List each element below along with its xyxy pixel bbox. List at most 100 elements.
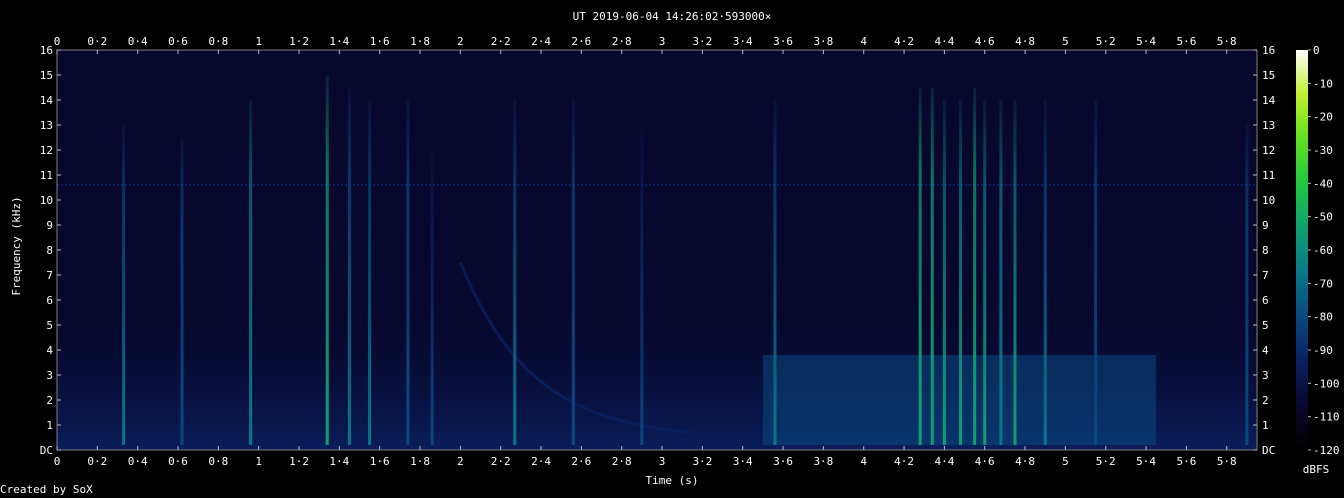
y-tick-label: 9 — [46, 219, 53, 232]
spectrogram-event — [430, 150, 434, 445]
y-tick-label: 1 — [1262, 419, 1269, 432]
x-tick-label: 1·2 — [289, 35, 309, 48]
colorbar-tick-label: -60 — [1313, 244, 1333, 257]
x-tick-label: 3·2 — [692, 35, 712, 48]
x-tick-label: 0·4 — [128, 35, 148, 48]
x-tick-label: 3·2 — [692, 455, 712, 468]
y-tick-label: 15 — [40, 69, 53, 82]
spectrogram-event — [180, 137, 184, 445]
x-tick-label: 4·8 — [1015, 455, 1035, 468]
y-tick-label: 3 — [46, 369, 53, 382]
y-tick-label: 12 — [1262, 144, 1275, 157]
x-tick-label: 4·4 — [934, 35, 954, 48]
y-tick-label: 8 — [46, 244, 53, 257]
spectrogram-event — [942, 100, 946, 445]
x-tick-label: 0·6 — [168, 455, 188, 468]
spectrogram-event — [1094, 100, 1098, 445]
x-tick-label: 1 — [255, 35, 262, 48]
x-tick-label: 2 — [457, 35, 464, 48]
spectrogram-event — [1013, 100, 1017, 445]
x-tick-label: 0 — [54, 35, 61, 48]
x-tick-label: 4·2 — [894, 35, 914, 48]
x-tick-label: 3·8 — [813, 455, 833, 468]
colorbar-tick-label: -110 — [1313, 411, 1340, 424]
y-tick-label: 14 — [1262, 94, 1276, 107]
x-tick-label: 1·4 — [329, 35, 349, 48]
spectrogram-event — [999, 100, 1003, 445]
credit-text: Created by SoX — [0, 483, 93, 496]
x-tick-label: 3·6 — [773, 455, 793, 468]
colorbar-tick-label: -80 — [1313, 311, 1333, 324]
spectrogram-event — [513, 100, 517, 445]
x-tick-label: 2·6 — [571, 455, 591, 468]
colorbar-tick-label: -70 — [1313, 277, 1333, 290]
x-tick-label: 2·8 — [612, 455, 632, 468]
x-tick-label: 0·8 — [208, 35, 228, 48]
x-tick-label: 5·4 — [1136, 35, 1156, 48]
x-tick-label: 1 — [255, 455, 262, 468]
x-tick-label: 4·4 — [934, 455, 954, 468]
x-tick-label: 5 — [1062, 35, 1069, 48]
spectrogram-event — [973, 87, 977, 445]
spectrogram-event — [122, 125, 126, 445]
y-tick-label: 2 — [46, 394, 53, 407]
colorbar-tick-label: -10 — [1313, 77, 1333, 90]
x-tick-label: 2 — [457, 455, 464, 468]
x-tick-label: 5·8 — [1217, 35, 1237, 48]
colorbar-tick-label: 0 — [1313, 44, 1320, 57]
x-tick-label: 4 — [860, 455, 867, 468]
x-tick-label: 5·6 — [1176, 455, 1196, 468]
x-tick-label: 4 — [860, 35, 867, 48]
colorbar-tick-label: -40 — [1313, 177, 1333, 190]
x-tick-label: 5·4 — [1136, 455, 1156, 468]
y-tick-label: 1 — [46, 419, 53, 432]
y-tick-label: 5 — [46, 319, 53, 332]
x-tick-label: 5 — [1062, 455, 1069, 468]
x-tick-label: 1·8 — [410, 455, 430, 468]
y-tick-label: 7 — [1262, 269, 1269, 282]
x-tick-label: 5·8 — [1217, 455, 1237, 468]
x-tick-label: 4·2 — [894, 455, 914, 468]
x-tick-label: 2·4 — [531, 35, 551, 48]
y-tick-label: 12 — [40, 144, 53, 157]
y-tick-label: 9 — [1262, 219, 1269, 232]
colorbar-tick-label: -20 — [1313, 111, 1333, 124]
x-tick-label: 5·2 — [1096, 455, 1116, 468]
y-tick-label: 15 — [1262, 69, 1275, 82]
y-tick-label: 13 — [40, 119, 53, 132]
spectrogram-event — [325, 75, 329, 445]
x-axis-label: Time (s) — [646, 474, 699, 487]
x-tick-label: 0·2 — [87, 35, 107, 48]
y-tick-label: 13 — [1262, 119, 1275, 132]
y-tick-label: 4 — [1262, 344, 1269, 357]
spectrogram-event — [1043, 100, 1047, 445]
x-tick-label: 4·8 — [1015, 35, 1035, 48]
spectrogram-event — [406, 100, 410, 445]
x-tick-label: 2·6 — [571, 35, 591, 48]
spectrogram-event — [368, 100, 372, 445]
y-tick-label: 8 — [1262, 244, 1269, 257]
spectrogram-event — [571, 100, 575, 445]
x-tick-label: 1·6 — [370, 455, 390, 468]
spectrogram-event — [918, 87, 922, 445]
colorbar-tick-label: -90 — [1313, 344, 1333, 357]
y-tick-label: 16 — [1262, 44, 1275, 57]
x-tick-label: 0·6 — [168, 35, 188, 48]
y-tick-label: DC — [40, 444, 53, 457]
y-tick-label: 10 — [40, 194, 53, 207]
x-tick-label: 2·2 — [491, 455, 511, 468]
spectrogram-event — [983, 100, 987, 445]
x-tick-label: 2·4 — [531, 455, 551, 468]
spectrogram-event — [640, 125, 644, 445]
y-tick-label: 6 — [46, 294, 53, 307]
y-tick-label: 14 — [40, 94, 54, 107]
y-tick-label: 16 — [40, 44, 53, 57]
spectrogram-plot — [56, 49, 1258, 451]
spectrogram-event — [959, 100, 963, 445]
colorbar-tick-label: -50 — [1313, 211, 1333, 224]
x-tick-label: 3·4 — [733, 455, 753, 468]
y-tick-label: 7 — [46, 269, 53, 282]
x-tick-label: 4·6 — [975, 35, 995, 48]
y-tick-label: 6 — [1262, 294, 1269, 307]
y-tick-label: 11 — [1262, 169, 1275, 182]
